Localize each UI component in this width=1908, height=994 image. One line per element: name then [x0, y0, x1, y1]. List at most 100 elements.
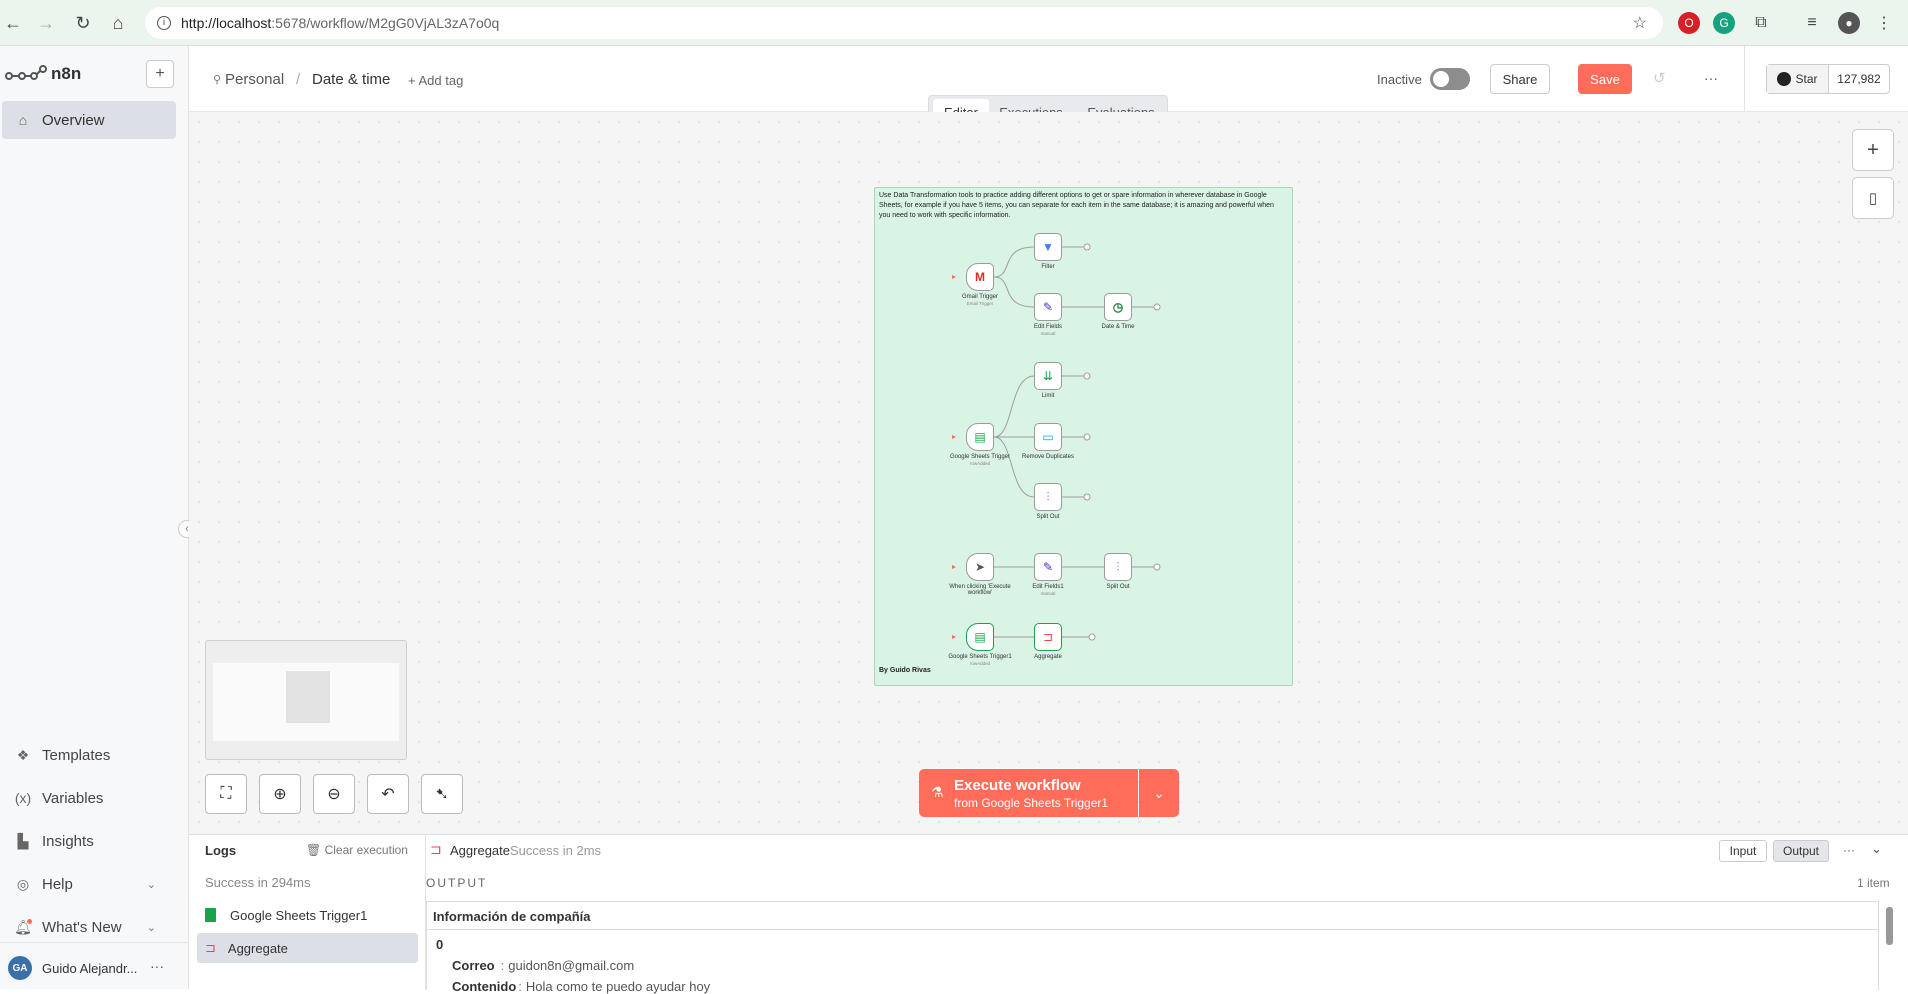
node-google-sheets-trigger1[interactable]: ▤	[966, 623, 994, 651]
limit-icon: ⇊	[1042, 369, 1054, 383]
fit-view-icon: ⛶	[220, 785, 232, 802]
sidebar-item-label: Insights	[42, 832, 94, 850]
output-label: OUTPUT	[426, 876, 488, 890]
url-host: http://localhost	[181, 15, 272, 31]
forward-icon[interactable]: →	[33, 10, 59, 36]
tidy-up-button[interactable]: ➷	[421, 774, 463, 814]
github-star-button[interactable]: Star	[1767, 65, 1829, 93]
node-date-time[interactable]: ◷	[1104, 293, 1132, 321]
output-tab-button[interactable]: Output	[1773, 840, 1829, 862]
node-limit[interactable]: ⇊	[1034, 362, 1062, 390]
notification-dot	[27, 918, 32, 924]
detail-node-name: Aggregate	[450, 843, 510, 858]
sidebar-item-overview[interactable]: ⌂ Overview	[2, 101, 176, 139]
google-sheets-icon: ▤	[974, 430, 986, 444]
share-button[interactable]: Share	[1490, 64, 1550, 94]
home-icon[interactable]: ⌂	[105, 10, 131, 36]
node-edit-fields1[interactable]: ✎	[1034, 553, 1062, 581]
node-google-sheets-trigger[interactable]: ▤	[966, 423, 994, 451]
node-label: Filter	[1041, 264, 1055, 270]
collapse-panel-icon[interactable]: ⌄	[1871, 841, 1882, 857]
github-icon	[1777, 72, 1792, 86]
node-label: Google Sheets Trigger	[949, 454, 1011, 460]
remove-duplicates-icon: ▭	[1042, 430, 1054, 444]
gmail-icon: M	[975, 270, 985, 284]
node-filter[interactable]: ▼	[1034, 233, 1062, 261]
node-remove-duplicates[interactable]: ▭	[1034, 423, 1062, 451]
node-split-out-2[interactable]: ⫶	[1104, 553, 1132, 581]
node-aggregate[interactable]: ⊐	[1034, 623, 1062, 651]
zoom-in-button[interactable]: ⊕	[259, 774, 301, 814]
browser-menu-icon[interactable]: ⋮	[1873, 12, 1895, 34]
sidebar-item-label: Overview	[42, 111, 105, 129]
node-split-out[interactable]: ⫶	[1034, 483, 1062, 511]
templates-icon: ❖	[16, 746, 30, 763]
google-sheets-icon	[205, 908, 216, 922]
url-path: :5678/workflow/M2gG0VjAL3zA7o0q	[271, 15, 500, 31]
node-label: Split Out	[1036, 514, 1060, 520]
user-icon: ⚲	[213, 74, 222, 86]
extension-opera-icon[interactable]: O	[1678, 12, 1700, 34]
clear-execution-button[interactable]: 🗑︎ Clear execution	[306, 843, 408, 857]
project-breadcrumb[interactable]: Personal	[225, 71, 284, 88]
aggregate-icon: ⊐	[205, 940, 216, 955]
sticky-note-author: By Guido Rivas	[879, 667, 931, 674]
log-entry-label: Google Sheets Trigger1	[230, 907, 368, 923]
minimap[interactable]	[205, 640, 407, 760]
minimap-sticky	[286, 671, 330, 723]
sidebar-item-help[interactable]: ◎ Help ⌄	[2, 865, 176, 903]
log-entry[interactable]: Google Sheets Trigger1	[197, 900, 418, 930]
execute-workflow-button[interactable]: ⚗ Execute workflow from Google Sheets Tr…	[919, 769, 1138, 817]
flask-icon: ⚗	[931, 784, 944, 800]
sticky-note-button[interactable]: ▯	[1852, 177, 1894, 219]
execution-status: Success in 294ms	[205, 875, 311, 890]
node-edit-fields[interactable]: ✎	[1034, 293, 1062, 321]
github-star-widget[interactable]: Star 127,982	[1766, 64, 1890, 94]
extension-grammarly-icon[interactable]: G	[1713, 12, 1735, 34]
pencil-icon: ✎	[1042, 560, 1054, 574]
user-menu[interactable]: GA Guido Alejandr... ···	[0, 942, 189, 989]
sticky-note[interactable]: Use Data Transformation tools to practic…	[874, 187, 1293, 686]
address-bar[interactable]: i http://localhost:5678/workflow/M2gG0Vj…	[145, 7, 1663, 39]
sidebar-item-variables[interactable]: (x) Variables	[2, 779, 176, 817]
bookmark-star-icon[interactable]: ☆	[1633, 13, 1647, 33]
active-toggle[interactable]	[1430, 68, 1470, 90]
log-entry-selected[interactable]: ⊐ Aggregate	[197, 933, 418, 963]
execute-options-button[interactable]: ⌄	[1139, 769, 1179, 817]
back-icon[interactable]: ←	[0, 10, 26, 36]
add-node-button[interactable]: +	[1852, 129, 1894, 171]
home-icon: ⌂	[18, 112, 28, 128]
site-info-icon[interactable]: i	[157, 16, 171, 30]
extensions-puzzle-icon[interactable]: ⧉	[1750, 12, 1772, 34]
fit-view-button[interactable]: ⛶	[205, 774, 247, 814]
node-gmail-trigger[interactable]: M	[966, 263, 994, 291]
node-label: Edit Fields1	[1032, 584, 1064, 590]
input-tab-button[interactable]: Input	[1719, 840, 1767, 862]
log-detail: ⊐ Aggregate Success in 2ms Input Output …	[426, 835, 1908, 994]
media-control-icon[interactable]: ≡	[1801, 12, 1823, 34]
field-value: guidon8n@gmail.com	[508, 958, 635, 973]
logs-list: Logs 🗑︎ Clear execution Success in 294ms…	[189, 835, 426, 990]
chart-icon: ▙	[17, 832, 29, 849]
sidebar-item-insights[interactable]: ▙ Insights	[2, 822, 176, 860]
zoom-out-button[interactable]: ⊖	[313, 774, 355, 814]
workflow-name[interactable]: Date & time	[312, 71, 390, 88]
sidebar-item-templates[interactable]: ❖ Templates	[2, 736, 176, 774]
user-more-button[interactable]: ···	[150, 958, 164, 974]
browser-chrome: ← → ↻ ⌂ i http://localhost:5678/workflow…	[0, 0, 1908, 46]
sidebar-item-whats-new[interactable]: 🔔︎ What's New ⌄	[2, 908, 176, 946]
more-options-button[interactable]: ···	[1704, 70, 1718, 86]
scrollbar[interactable]	[1886, 907, 1893, 945]
cursor-icon: ➤	[974, 560, 986, 574]
node-manual-trigger[interactable]: ➤	[966, 553, 994, 581]
history-icon[interactable]: ↺	[1653, 69, 1666, 87]
undo-button[interactable]: ↶	[367, 774, 409, 814]
detail-more-button[interactable]: ···	[1843, 843, 1855, 857]
node-label: Split Out	[1106, 584, 1130, 590]
reload-icon[interactable]: ↻	[70, 10, 96, 36]
workflow-canvas[interactable]: Use Data Transformation tools to practic…	[189, 112, 1908, 834]
add-tag-button[interactable]: + Add tag	[408, 73, 463, 88]
create-button[interactable]: +	[146, 60, 174, 88]
profile-avatar-icon[interactable]: ●	[1838, 12, 1860, 34]
save-button[interactable]: Save	[1578, 64, 1632, 94]
